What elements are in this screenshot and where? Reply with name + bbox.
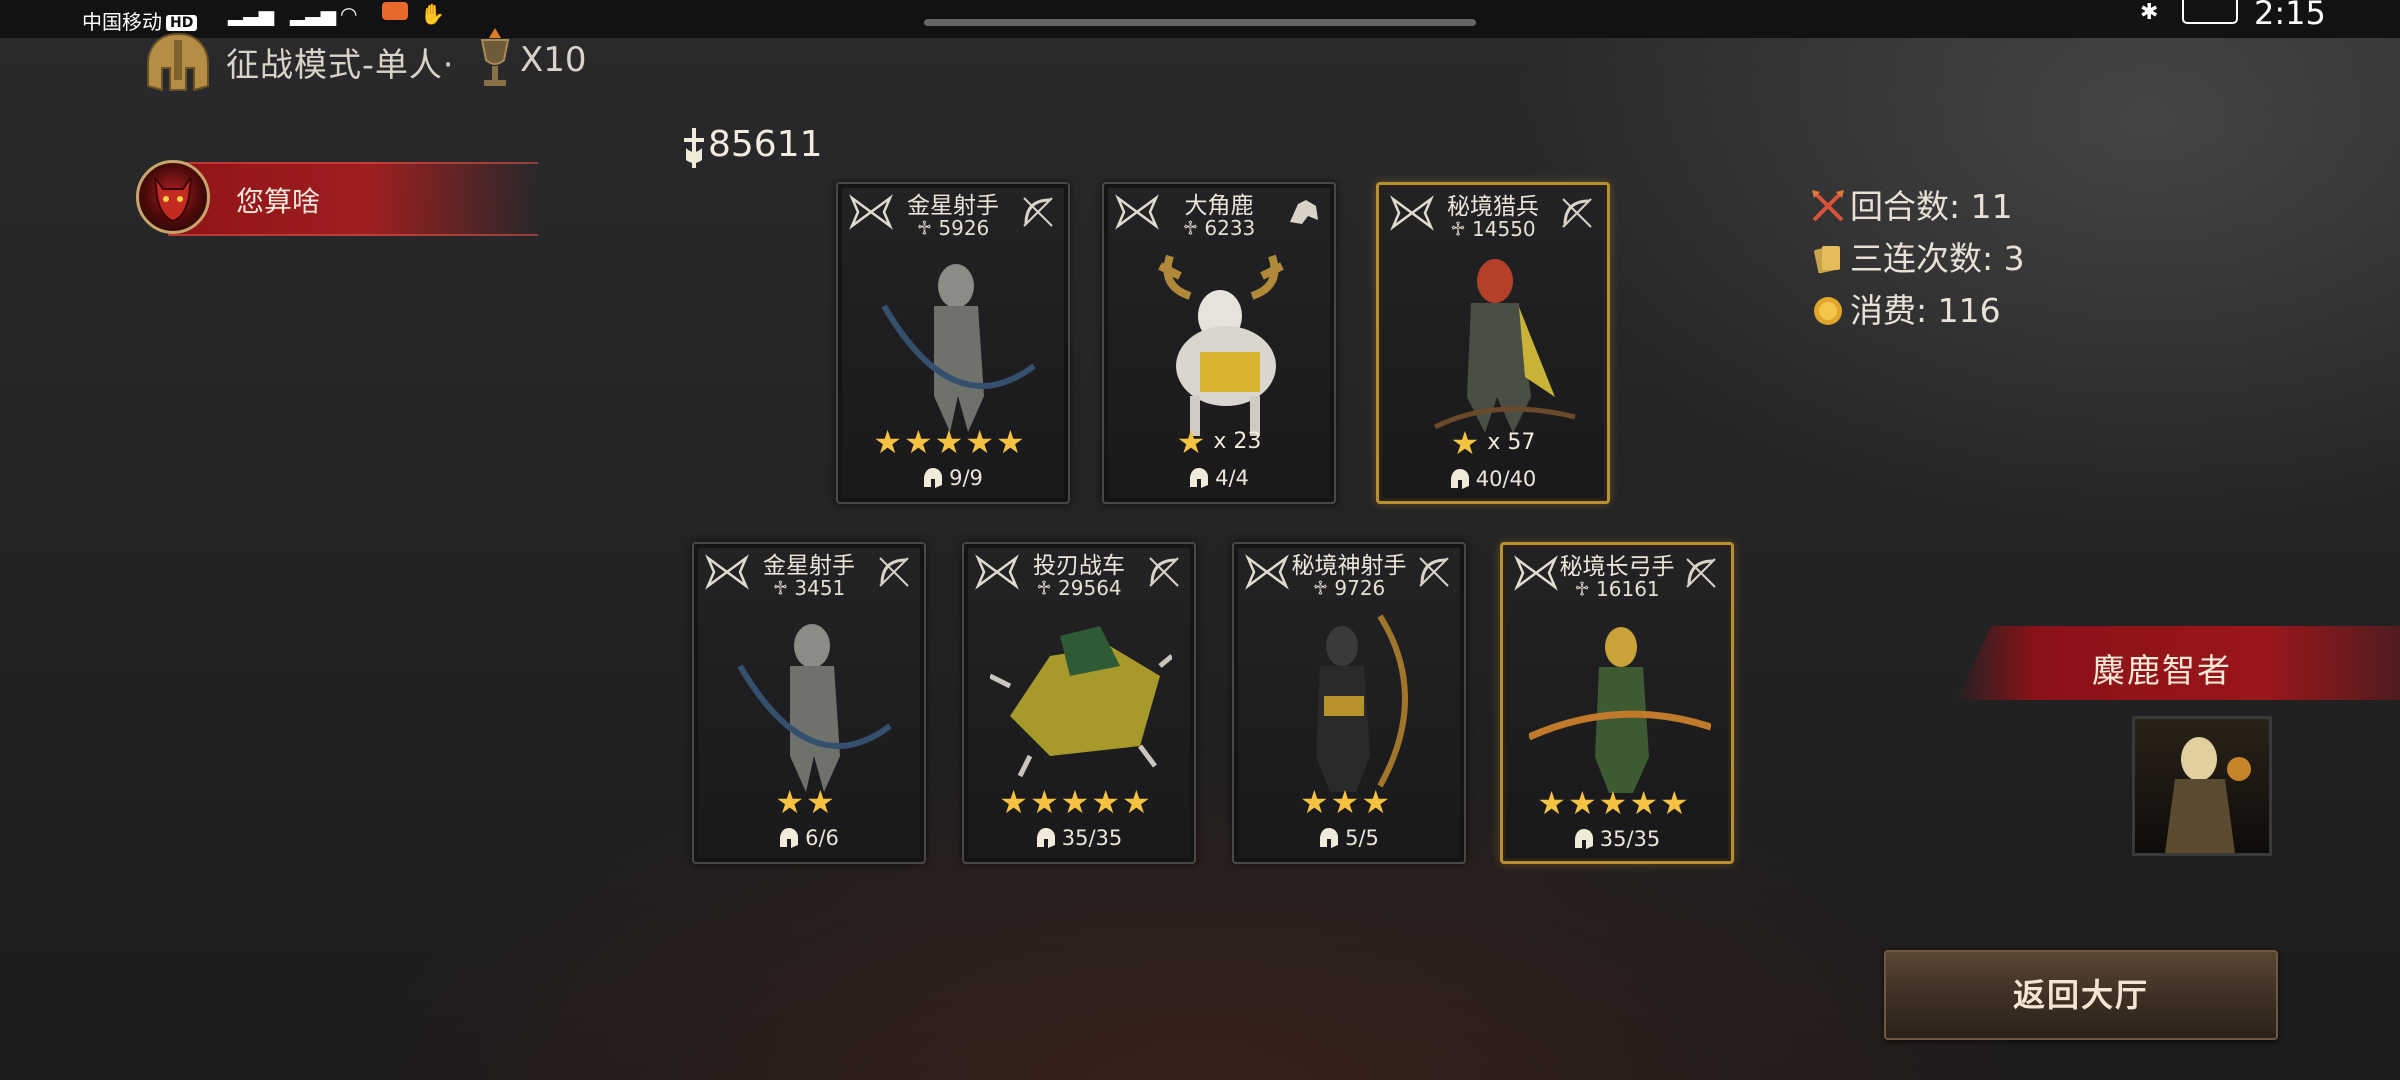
unit-name: 金星射手 xyxy=(763,553,855,579)
wifi-icon: ◠ xyxy=(340,2,358,26)
helmet-small-icon xyxy=(1320,828,1339,848)
unit-power: ♱ 6233 xyxy=(1182,216,1256,240)
unit-power: ♱ 16161 xyxy=(1574,577,1660,601)
archer-figure xyxy=(737,624,892,792)
return-lobby-button[interactable]: 返回大厅 xyxy=(1884,950,2278,1040)
unit-card[interactable]: 大角鹿 ♱ 6233 ★ x 23 4/4 xyxy=(1102,182,1336,504)
unit-count: 35/35 xyxy=(964,826,1194,850)
signal-icon: ▂▃▅ xyxy=(228,2,275,26)
bluetooth-icon: ✱ xyxy=(2140,0,2159,25)
unit-card[interactable]: 秘境神射手 ♱ 9726 ★★★ 5/5 xyxy=(1232,542,1466,864)
status-bar: 中国移动 HD ▂▃▅ ▂▃▅ ◠ ✋ ✱ 2:15 xyxy=(0,0,2400,38)
helmet-icon xyxy=(147,32,209,92)
unit-name: 投刃战车 xyxy=(1033,553,1125,579)
unit-name: 金星射手 xyxy=(907,193,999,219)
player-banner xyxy=(168,162,538,236)
helmet-small-icon xyxy=(1190,468,1209,488)
signal-icon-2: ▂▃▅ xyxy=(290,2,337,26)
unit-count: 4/4 xyxy=(1104,466,1334,490)
star-rating: ★★★★★ xyxy=(999,783,1153,821)
huntress-figure xyxy=(1433,259,1576,433)
helmet-small-icon xyxy=(1574,829,1593,849)
trophy-icon xyxy=(480,28,510,86)
marksman-figure xyxy=(1316,614,1408,792)
notification-icon xyxy=(382,2,408,20)
unit-count: 35/35 xyxy=(1503,827,1731,851)
helmet-small-icon xyxy=(1450,469,1469,489)
crossed-swords-icon xyxy=(1812,190,1844,222)
unit-card[interactable]: 金星射手 ♱ 3451 ★★ 6/6 xyxy=(692,542,926,864)
star-rating: ★★★★★ xyxy=(1537,784,1691,822)
unit-count: 9/9 xyxy=(838,466,1068,490)
unit-name: 秘境长弓手 xyxy=(1559,554,1675,580)
drag-handle[interactable] xyxy=(924,19,1476,26)
coin-icon xyxy=(1814,297,1842,325)
unit-count: 40/40 xyxy=(1379,467,1607,491)
longbow-figure xyxy=(1529,627,1711,793)
unit-name: 秘境猎兵 xyxy=(1447,194,1539,220)
unit-power: ♱ 9726 xyxy=(1312,576,1386,600)
chariot-figure xyxy=(990,626,1172,778)
star-rating: ★★ xyxy=(775,783,837,821)
unit-count: 6/6 xyxy=(694,826,924,850)
unit-power: ♱ 14550 xyxy=(1450,217,1536,241)
archer-figure xyxy=(881,264,1036,432)
elk-sage-portrait xyxy=(2165,737,2251,853)
rounds-stat: 回合数: 11 xyxy=(1810,180,2013,228)
unit-card[interactable]: 秘境长弓手 ♱ 16161 ★★★★★ 35/35 xyxy=(1500,542,1734,864)
triples-stat: 三连次数: 3 xyxy=(1810,232,2025,280)
clock: 2:15 xyxy=(2254,0,2326,32)
multiplier-label: X10 xyxy=(520,40,587,80)
helmet-small-icon xyxy=(780,828,799,848)
mode-title: 征战模式-单人· xyxy=(226,45,455,84)
helmet-small-icon xyxy=(924,468,943,488)
hd-badge: HD xyxy=(166,15,198,31)
star-rating: ★ x 23 xyxy=(1176,423,1262,461)
elk-figure xyxy=(1158,254,1284,436)
cost-stat: 消费: 116 xyxy=(1810,284,2001,332)
unit-count: 5/5 xyxy=(1234,826,1464,850)
battery-icon xyxy=(2182,0,2238,24)
total-power: 85611 xyxy=(708,124,823,165)
power-icon xyxy=(684,128,704,168)
unit-card[interactable]: 金星射手 ♱ 5926 ★★★★★ 9/9 xyxy=(836,182,1070,504)
hand-icon: ✋ xyxy=(420,2,445,26)
unit-name: 大角鹿 xyxy=(1184,193,1254,219)
unit-power: ♱ 29564 xyxy=(1036,576,1122,600)
unit-power: ♱ 5926 xyxy=(916,216,990,240)
helmet-small-icon xyxy=(1036,828,1055,848)
unit-name: 秘境神射手 xyxy=(1291,553,1407,579)
unit-card[interactable]: 投刃战车 ♱ 29564 ★★★★★ 35/35 xyxy=(962,542,1196,864)
unit-power: ♱ 3451 xyxy=(772,576,846,600)
unit-card[interactable]: 秘境猎兵 ♱ 14550 ★ x 57 40/40 xyxy=(1376,182,1610,504)
demon-face-icon xyxy=(154,176,192,223)
avatar[interactable] xyxy=(136,160,210,234)
star-rating: ★★★ xyxy=(1299,783,1393,821)
cards-icon xyxy=(1814,246,1840,274)
hero-portrait[interactable] xyxy=(2132,716,2272,856)
player-name: 您算啥 xyxy=(236,185,321,218)
star-rating: ★ x 57 xyxy=(1450,424,1536,462)
hero-name: 麋鹿智者 xyxy=(2092,651,2232,690)
star-rating: ★★★★★ xyxy=(873,423,1027,461)
